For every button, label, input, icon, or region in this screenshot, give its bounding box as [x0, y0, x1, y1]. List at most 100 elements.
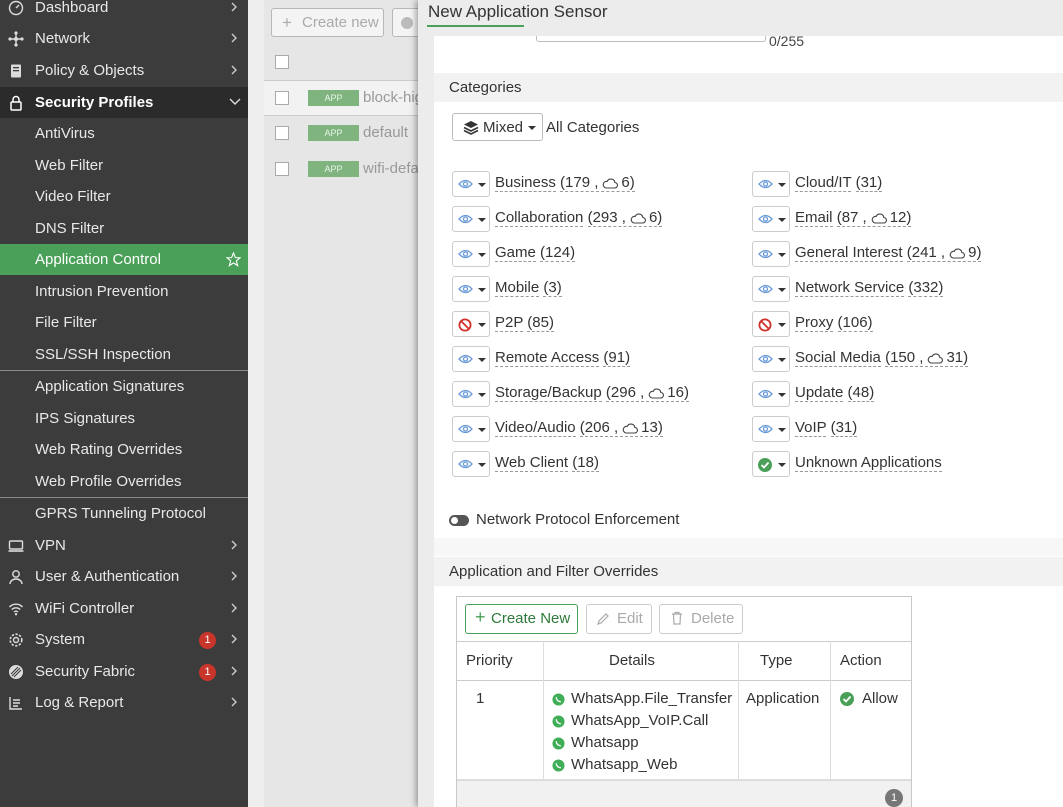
- sidebar-item-user-and-authentication[interactable]: User & Authentication: [0, 561, 248, 592]
- sidebar-item-wifi-controller[interactable]: WiFi Controller: [0, 593, 248, 624]
- category-count[interactable]: (296 , 16): [605, 384, 689, 402]
- category-action-dropdown[interactable]: [752, 346, 790, 372]
- sidebar-item-web-profile-overrides[interactable]: Web Profile Overrides: [0, 466, 248, 497]
- category-action-dropdown[interactable]: [752, 451, 790, 477]
- category-action-dropdown[interactable]: [752, 241, 790, 267]
- column-header-priority[interactable]: Priority: [466, 652, 513, 669]
- category-action-dropdown[interactable]: [452, 241, 490, 267]
- fabric-icon: [8, 664, 24, 680]
- category-action-dropdown[interactable]: [752, 276, 790, 302]
- category-name[interactable]: Proxy: [795, 314, 834, 332]
- comment-textarea[interactable]: [536, 36, 766, 42]
- category-count[interactable]: (31): [855, 174, 883, 192]
- category-count[interactable]: (150 , 31): [885, 349, 969, 367]
- sidebar-item-dashboard[interactable]: Dashboard: [0, 0, 248, 23]
- category-action-dropdown[interactable]: [452, 451, 490, 477]
- sidebar-item-security-fabric[interactable]: Security Fabric 1: [0, 656, 248, 687]
- category-count[interactable]: (293 , 6): [587, 209, 663, 227]
- category-count[interactable]: (241 , 9): [906, 244, 982, 262]
- category-name[interactable]: Network Service: [795, 279, 905, 297]
- sidebar-item-label: AntiVirus: [35, 125, 95, 142]
- column-header-type[interactable]: Type: [760, 652, 793, 669]
- table-row[interactable]: APP default: [264, 116, 424, 150]
- sidebar-item-log-and-report[interactable]: Log & Report: [0, 687, 248, 718]
- category-name[interactable]: Web Client: [495, 454, 569, 472]
- favorite-star-icon[interactable]: [226, 252, 241, 267]
- dialog-content: 0/255 Categories Mixed All Categories Bu…: [434, 36, 1063, 807]
- category-count[interactable]: (18): [572, 454, 599, 472]
- sidebar-item-file-filter[interactable]: File Filter: [0, 307, 248, 338]
- category-count[interactable]: (179 , 6): [560, 174, 635, 192]
- sidebar-item-security-profiles[interactable]: Security Profiles: [0, 87, 248, 118]
- category-name[interactable]: General Interest: [795, 244, 903, 262]
- sidebar-item-network[interactable]: Network: [0, 23, 248, 54]
- category-name[interactable]: Social Media: [795, 349, 881, 367]
- category-name[interactable]: Collaboration: [495, 209, 584, 227]
- category-count[interactable]: (31): [830, 419, 858, 437]
- category-count[interactable]: (206 , 13): [579, 419, 663, 437]
- category-name[interactable]: Cloud/IT: [795, 174, 852, 192]
- overrides-header-label: Application and Filter Overrides: [449, 563, 659, 580]
- category-name[interactable]: Game: [495, 244, 536, 262]
- category-action-dropdown[interactable]: [752, 416, 790, 442]
- sidebar-item-vpn[interactable]: VPN: [0, 530, 248, 561]
- sidebar-item-gprs-tunneling-protocol[interactable]: GPRS Tunneling Protocol: [0, 498, 248, 529]
- edit-override-button[interactable]: Edit: [586, 604, 652, 634]
- sidebar-item-intrusion-prevention[interactable]: Intrusion Prevention: [0, 276, 248, 307]
- mixed-action-dropdown[interactable]: Mixed: [452, 113, 543, 141]
- sidebar-item-video-filter[interactable]: Video Filter: [0, 181, 248, 212]
- category-action-dropdown[interactable]: [452, 381, 490, 407]
- category-action-dropdown[interactable]: [452, 171, 490, 197]
- category-name[interactable]: Update: [795, 384, 844, 402]
- row-checkbox[interactable]: [275, 162, 289, 176]
- create-new-override-button[interactable]: + Create New: [465, 604, 578, 634]
- network-protocol-enforcement-toggle[interactable]: [449, 515, 469, 526]
- sidebar-item-application-signatures[interactable]: Application Signatures: [0, 371, 248, 402]
- row-checkbox[interactable]: [275, 91, 289, 105]
- sidebar-item-antivirus[interactable]: AntiVirus: [0, 118, 248, 149]
- category-action-dropdown[interactable]: [752, 381, 790, 407]
- category-action-dropdown[interactable]: [752, 206, 790, 232]
- category-name[interactable]: Storage/Backup: [495, 384, 602, 402]
- sidebar-item-policy-and-objects[interactable]: Policy & Objects: [0, 55, 248, 86]
- category-action-dropdown[interactable]: [752, 311, 790, 337]
- category-name[interactable]: Video/Audio: [495, 419, 576, 437]
- delete-override-button[interactable]: Delete: [659, 604, 743, 634]
- category-count[interactable]: (87 , 12): [836, 209, 912, 227]
- column-header-details[interactable]: Details: [609, 652, 655, 669]
- create-new-button-background[interactable]: + Create new: [271, 8, 384, 37]
- sidebar-item-web-rating-overrides[interactable]: Web Rating Overrides: [0, 434, 248, 465]
- category-name[interactable]: Business: [495, 174, 556, 192]
- category-name[interactable]: Unknown Applications: [795, 454, 942, 472]
- category-action-dropdown[interactable]: [752, 171, 790, 197]
- sidebar-item-ssl-ssh-inspection[interactable]: SSL/SSH Inspection: [0, 339, 248, 370]
- category-count[interactable]: (91): [603, 349, 631, 367]
- table-row[interactable]: APP wifi-defa: [264, 152, 424, 186]
- column-header-action[interactable]: Action: [840, 652, 882, 669]
- sidebar-item-application-control[interactable]: Application Control: [0, 244, 248, 275]
- table-row[interactable]: APP block-hig: [264, 80, 424, 116]
- row-checkbox[interactable]: [275, 126, 289, 140]
- category-name[interactable]: Email: [795, 209, 833, 227]
- category-name[interactable]: VoIP: [795, 419, 827, 437]
- sidebar-item-system[interactable]: System 1: [0, 624, 248, 655]
- category-name[interactable]: Remote Access: [495, 349, 600, 367]
- category-count[interactable]: (48): [847, 384, 875, 402]
- category-action-dropdown[interactable]: [452, 311, 490, 337]
- category-name[interactable]: Mobile: [495, 279, 540, 297]
- sidebar-item-dns-filter[interactable]: DNS Filter: [0, 213, 248, 244]
- category-name[interactable]: P2P: [495, 314, 524, 332]
- select-all-checkbox[interactable]: [275, 55, 289, 69]
- category-count[interactable]: (3): [543, 279, 562, 297]
- sidebar-item-ips-signatures[interactable]: IPS Signatures: [0, 403, 248, 434]
- category-action-dropdown[interactable]: [452, 276, 490, 302]
- category-action-dropdown[interactable]: [452, 346, 490, 372]
- category-count[interactable]: (106): [837, 314, 873, 332]
- category-action-dropdown[interactable]: [452, 206, 490, 232]
- category-count[interactable]: (332): [908, 279, 944, 297]
- category-count[interactable]: (124): [540, 244, 576, 262]
- category-count[interactable]: (85): [527, 314, 554, 332]
- cloud-icon: [603, 178, 619, 189]
- category-action-dropdown[interactable]: [452, 416, 490, 442]
- sidebar-item-web-filter[interactable]: Web Filter: [0, 150, 248, 181]
